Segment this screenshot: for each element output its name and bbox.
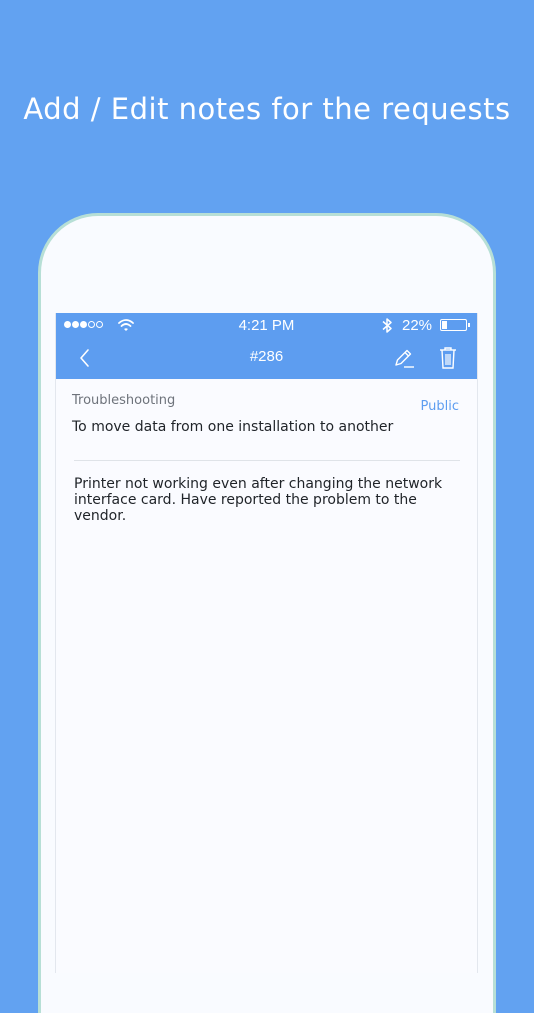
battery-percentage: 22% — [402, 317, 433, 334]
note-category: Troubleshooting — [72, 393, 176, 408]
note-visibility-label: Public — [420, 399, 459, 414]
request-subject: To move data from one installation to an… — [72, 419, 394, 435]
battery-icon — [440, 319, 467, 331]
edit-pencil-icon[interactable] — [392, 346, 416, 370]
divider — [74, 460, 460, 461]
status-bar: 4:21 PM 22% — [56, 313, 477, 338]
battery-fill — [442, 321, 447, 329]
trash-icon[interactable] — [437, 346, 459, 370]
app-screen: 4:21 PM 22% #286 Troubleshooting Public … — [55, 313, 478, 973]
bluetooth-icon — [382, 318, 392, 333]
battery-tip — [468, 323, 470, 327]
note-body: Printer not working even after changing … — [74, 476, 443, 524]
promo-headline: Add / Edit notes for the requests — [23, 92, 511, 126]
navigation-bar: #286 — [56, 338, 477, 379]
